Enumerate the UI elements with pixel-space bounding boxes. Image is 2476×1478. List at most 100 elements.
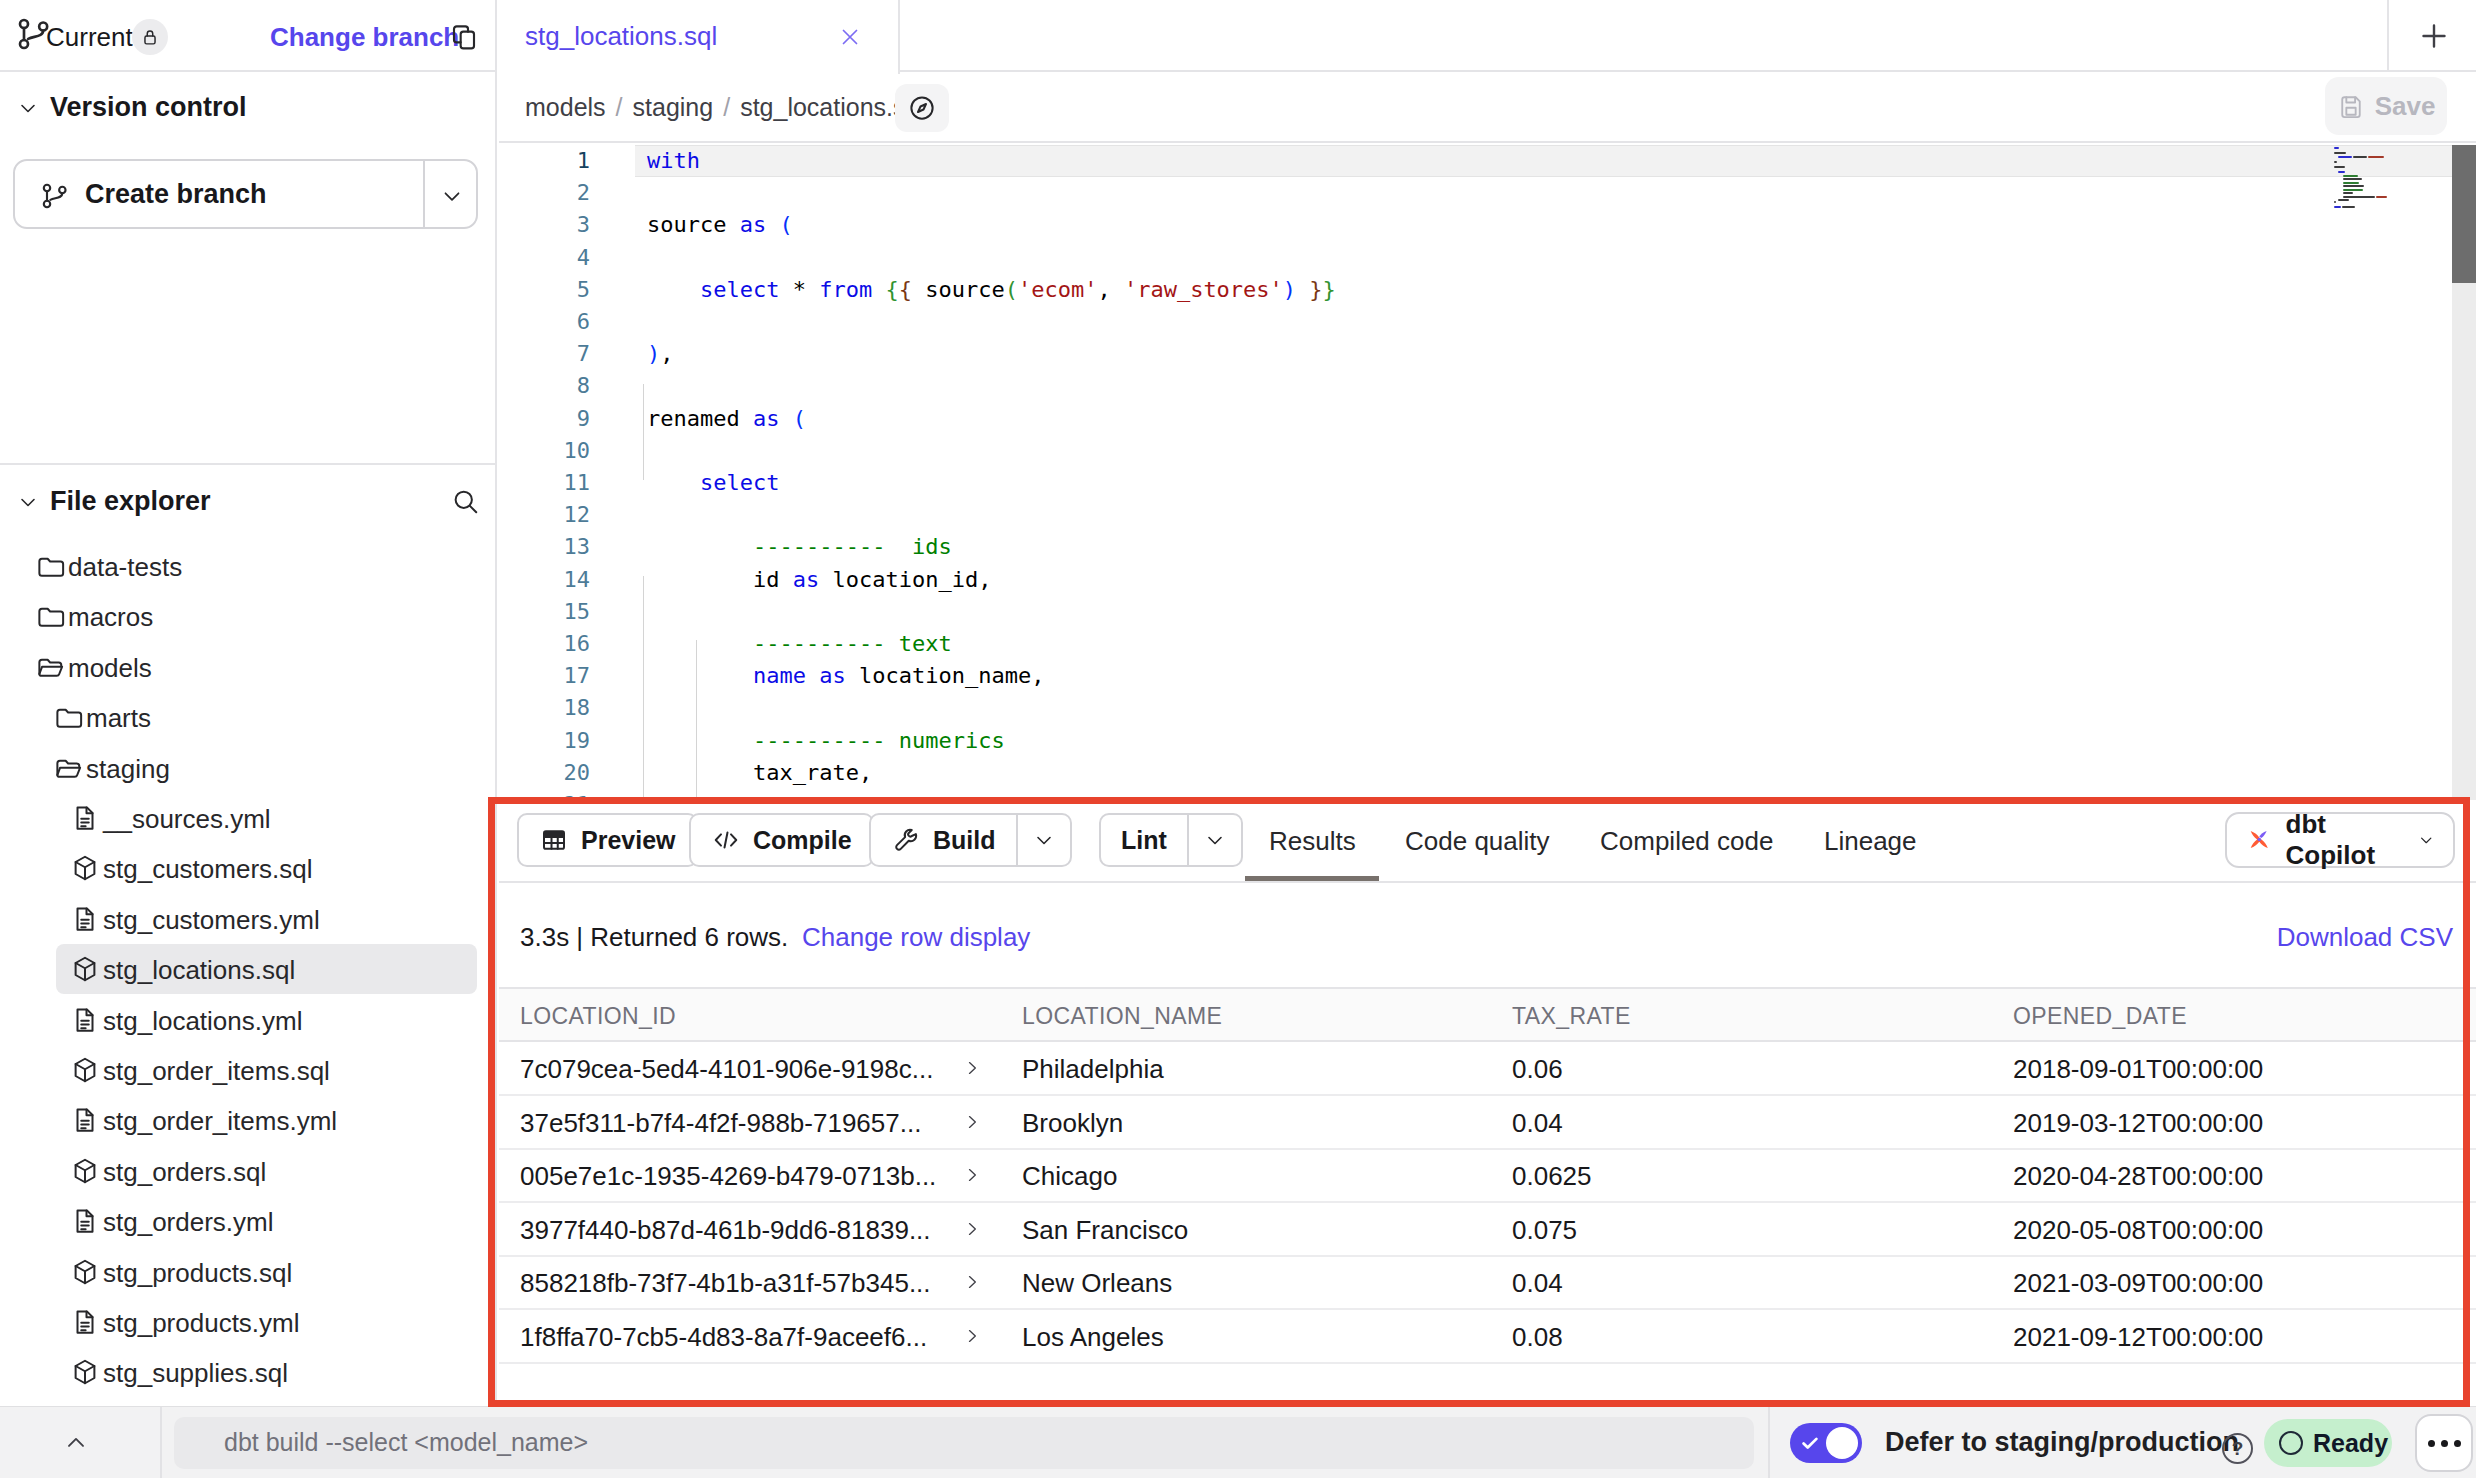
model-icon xyxy=(70,954,100,984)
tab-results[interactable]: Results xyxy=(1269,826,1356,857)
file-tree-item-data-tests[interactable]: data-tests xyxy=(0,543,497,593)
expand-row-icon[interactable] xyxy=(962,1272,982,1292)
model-icon xyxy=(70,1257,100,1287)
file-tree-item-stg-products-yml[interactable]: stg_products.yml xyxy=(0,1299,497,1349)
close-icon[interactable] xyxy=(837,24,863,50)
file-tree-item-macros[interactable]: macros xyxy=(0,593,497,643)
more-options-button[interactable] xyxy=(2415,1414,2473,1472)
file-explorer-title: File explorer xyxy=(50,486,211,517)
collapse-chevron-icon[interactable] xyxy=(62,1429,90,1457)
table-icon xyxy=(539,825,569,855)
file-tree-item-marts[interactable]: marts xyxy=(0,694,497,744)
table-row: 1f8ffa70-7cb5-4d83-8a7f-9aceef6...Los An… xyxy=(499,1310,2476,1364)
dbt-copilot-button[interactable]: dbt Copilot xyxy=(2225,812,2455,868)
expand-row-icon[interactable] xyxy=(962,1219,982,1239)
file-icon xyxy=(70,1005,100,1035)
cell-location-name: San Francisco xyxy=(1022,1215,1188,1246)
table-row: 37e5f311-b7f4-4f2f-988b-719657...Brookly… xyxy=(499,1096,2476,1150)
file-tree-item-stg-orders-yml[interactable]: stg_orders.yml xyxy=(0,1198,497,1248)
create-branch-button[interactable]: Create branch xyxy=(13,159,478,229)
lint-options-chevron[interactable] xyxy=(1189,815,1241,865)
file-explorer-section-header[interactable]: File explorer xyxy=(0,466,495,536)
file-tree-item-stg-products-sql[interactable]: stg_products.sql xyxy=(0,1249,497,1299)
minimap[interactable] xyxy=(2334,145,2451,800)
defer-toggle[interactable] xyxy=(1790,1423,1862,1463)
toggle-knob xyxy=(1826,1427,1858,1459)
expand-row-icon[interactable] xyxy=(962,1165,982,1185)
help-icon[interactable]: ? xyxy=(2222,1433,2253,1464)
save-label: Save xyxy=(2375,91,2436,122)
save-icon xyxy=(2337,92,2365,120)
chevron-down-icon[interactable] xyxy=(439,183,465,209)
search-icon[interactable] xyxy=(450,486,480,516)
code-line-16: ---------- text xyxy=(647,628,952,660)
panel-header: Preview Compile Build Lin xyxy=(499,800,2476,883)
file-tree-item-stg-locations-sql[interactable]: stg_locations.sql xyxy=(0,946,497,996)
file-tree-item-models[interactable]: models xyxy=(0,644,497,694)
cell-opened-date: 2019-03-12T00:00:00 xyxy=(2013,1108,2263,1139)
navigate-button[interactable] xyxy=(895,84,949,132)
tab-stg-locations-sql[interactable]: stg_locations.sql xyxy=(499,0,900,74)
status-badge[interactable]: Ready xyxy=(2264,1419,2392,1467)
cell-location-name: Los Angeles xyxy=(1022,1322,1164,1353)
download-csv-link[interactable]: Download CSV xyxy=(2277,922,2453,953)
cell-tax-rate: 0.075 xyxy=(1512,1215,1577,1246)
file-tree-item-stg-order-items-yml[interactable]: stg_order_items.yml xyxy=(0,1097,497,1147)
file-name: staging xyxy=(86,754,170,785)
copy-icon[interactable] xyxy=(448,21,480,53)
table-row: 3977f440-b87d-461b-9dd6-81839...San Fran… xyxy=(499,1203,2476,1257)
expand-row-icon[interactable] xyxy=(962,1112,982,1132)
defer-label: Defer to staging/production xyxy=(1885,1427,2239,1458)
editor-scrollbar[interactable] xyxy=(2452,145,2476,800)
lint-button[interactable]: Lint xyxy=(1099,813,1243,867)
tab-compiled-code[interactable]: Compiled code xyxy=(1600,826,1773,857)
folder-open-icon xyxy=(35,652,65,682)
line-number: 2 xyxy=(499,177,590,209)
model-icon xyxy=(70,1156,100,1186)
model-icon xyxy=(70,1357,100,1387)
expand-row-icon[interactable] xyxy=(962,1326,982,1346)
line-number: 16 xyxy=(499,628,590,660)
column-opened-date: OPENED_DATE xyxy=(2013,1003,2187,1030)
lock-icon xyxy=(139,26,161,48)
compile-button[interactable]: Compile xyxy=(689,813,874,867)
folder-open-icon xyxy=(53,753,83,783)
file-tree-item-stg-supplies-sql[interactable]: stg_supplies.sql xyxy=(0,1349,497,1399)
file-tree-item-stg-orders-sql[interactable]: stg_orders.sql xyxy=(0,1148,497,1198)
file-icon xyxy=(70,803,100,833)
scrollbar-thumb[interactable] xyxy=(2452,145,2476,283)
build-button[interactable]: Build xyxy=(869,813,1072,867)
file-icon xyxy=(70,1307,100,1337)
version-control-section-header[interactable]: Version control xyxy=(0,72,495,142)
change-row-display-link[interactable]: Change row display xyxy=(802,922,1030,953)
file-name: stg_locations.yml xyxy=(103,1006,302,1037)
cell-location-name: Brooklyn xyxy=(1022,1108,1123,1139)
file-tree-item-stg-customers-sql[interactable]: stg_customers.sql xyxy=(0,845,497,895)
column-location-id: LOCATION_ID xyxy=(520,1003,676,1030)
file-tree-item-staging[interactable]: staging xyxy=(0,745,497,795)
file-name: data-tests xyxy=(68,552,182,583)
code-editor[interactable]: 123456789101112131415161718192021 withso… xyxy=(499,145,2476,800)
file-tree-item-stg-order-items-sql[interactable]: stg_order_items.sql xyxy=(0,1047,497,1097)
file-tree-item-stg-customers-yml[interactable]: stg_customers.yml xyxy=(0,896,497,946)
file-tree-item--sources-yml[interactable]: __sources.yml xyxy=(0,795,497,845)
tab-lineage[interactable]: Lineage xyxy=(1824,826,1917,857)
build-options-chevron[interactable] xyxy=(1018,815,1070,865)
file-tree-item-stg-locations-yml[interactable]: stg_locations.yml xyxy=(0,997,497,1047)
code-icon xyxy=(711,825,741,855)
code-line-3: source as ( xyxy=(647,209,793,241)
preview-label: Preview xyxy=(581,826,676,855)
breadcrumb-row: models/staging/stg_locations.sql Save xyxy=(499,74,2476,143)
change-branch-link[interactable]: Change branch xyxy=(270,22,459,53)
line-number: 21 xyxy=(499,789,590,800)
save-button[interactable]: Save xyxy=(2325,77,2447,135)
line-number: 11 xyxy=(499,467,590,499)
breadcrumb: models/staging/stg_locations.sql xyxy=(525,93,925,122)
breadcrumb-part[interactable]: staging xyxy=(633,93,714,121)
breadcrumb-part[interactable]: models xyxy=(525,93,606,121)
tab-code-quality[interactable]: Code quality xyxy=(1405,826,1550,857)
preview-button[interactable]: Preview xyxy=(517,813,698,867)
expand-row-icon[interactable] xyxy=(962,1058,982,1078)
command-input[interactable]: dbt build --select <model_name> xyxy=(174,1417,1754,1469)
new-tab-button[interactable] xyxy=(2416,18,2452,54)
